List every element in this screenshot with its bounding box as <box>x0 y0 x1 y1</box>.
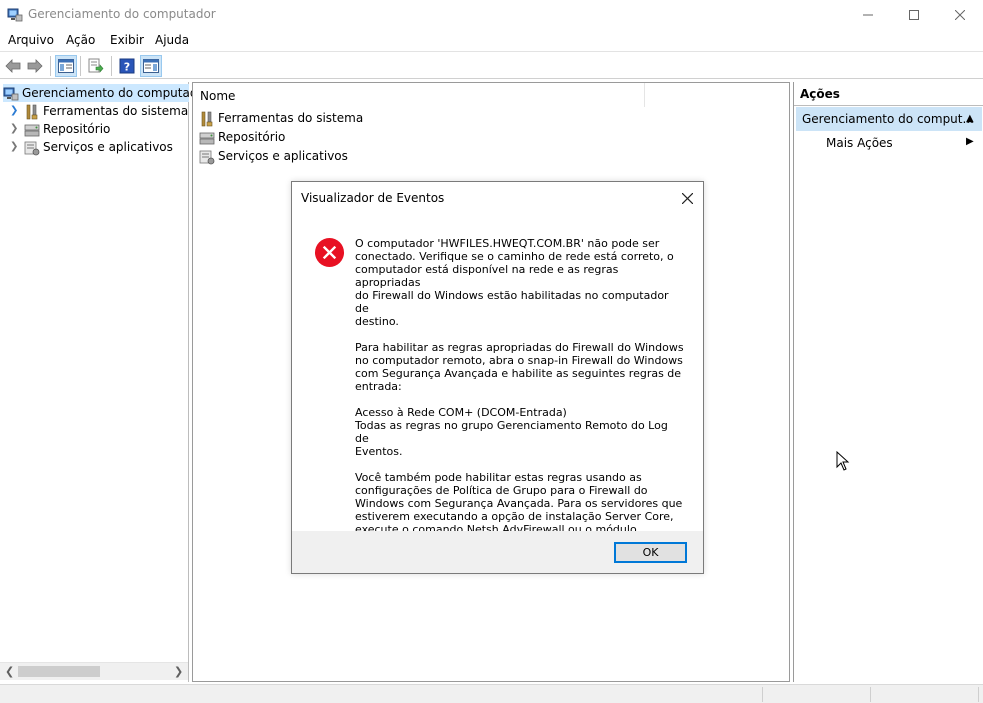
window-title: Gerenciamento do computador <box>28 7 216 21</box>
forward-button[interactable] <box>24 55 46 77</box>
svg-text:?: ? <box>124 61 130 74</box>
close-window-button[interactable] <box>937 0 983 30</box>
expand-chevron-icon[interactable]: ❯ <box>10 138 18 156</box>
mouse-pointer-icon <box>836 451 850 471</box>
console-tree: Gerenciamento do computador ❯ Ferramenta… <box>0 82 210 682</box>
help-icon: ? <box>119 58 135 74</box>
minimize-icon <box>863 14 873 16</box>
more-actions-item[interactable]: Mais Ações <box>826 136 893 150</box>
close-icon <box>955 10 965 20</box>
export-list-icon <box>88 58 104 73</box>
list-item[interactable]: Repositório <box>199 128 285 146</box>
expand-chevron-icon[interactable]: ❯ <box>10 102 18 120</box>
maximize-button[interactable] <box>891 0 937 30</box>
toolbar: ? <box>0 53 983 79</box>
services-icon <box>24 141 40 155</box>
forward-arrow-icon <box>27 59 43 73</box>
computer-management-icon <box>7 8 23 22</box>
error-icon <box>314 237 345 268</box>
message-paragraph: O computador 'HWFILES.HWEQT.COM.BR' não … <box>355 237 674 328</box>
list-item-label: Serviços e aplicativos <box>218 149 348 163</box>
tree-item-computer-management[interactable]: Gerenciamento do computador <box>3 84 210 102</box>
tree-item-label: Repositório <box>43 122 111 136</box>
tree-item-services-applications[interactable]: ❯ Serviços e aplicativos <box>10 138 173 156</box>
actions-header: Ações <box>794 82 983 106</box>
back-arrow-icon <box>5 59 21 73</box>
actions-section-computer-management[interactable]: Gerenciamento do comput... ▲ <box>796 107 982 131</box>
message-paragraph: Acesso à Rede COM+ (DCOM-Entrada) Todas … <box>355 406 668 458</box>
toolbar-separator <box>50 56 51 76</box>
toolbar-separator <box>80 56 81 76</box>
tree-item-system-tools[interactable]: ❯ Ferramentas do sistema <box>10 102 189 120</box>
show-hide-console-tree-button[interactable] <box>55 55 77 77</box>
tree-item-label: Serviços e aplicativos <box>43 140 173 154</box>
status-divider <box>978 687 979 702</box>
show-hide-action-pane-icon <box>143 59 159 73</box>
help-button[interactable]: ? <box>116 55 138 77</box>
maximize-icon <box>909 10 919 20</box>
computer-management-icon <box>3 87 19 100</box>
tree-item-label: Gerenciamento do computador <box>22 86 210 100</box>
tools-icon <box>26 104 38 119</box>
column-header-name[interactable]: Nome <box>193 83 645 107</box>
dialog-close-button[interactable] <box>677 188 697 208</box>
submenu-arrow-icon: ▶ <box>966 136 974 147</box>
tree-item-label: Ferramentas do sistema <box>43 104 189 118</box>
dialog-title: Visualizador de Eventos <box>301 191 445 205</box>
list-item-label: Ferramentas do sistema <box>218 111 364 125</box>
list-item[interactable]: Serviços e aplicativos <box>199 147 348 165</box>
menu-exibir[interactable]: Exibir <box>110 33 144 47</box>
collapse-up-icon[interactable]: ▲ <box>966 113 974 124</box>
dialog-message: O computador 'HWFILES.HWEQT.COM.BR' não … <box>355 237 685 562</box>
scrollbar-thumb[interactable] <box>18 666 100 677</box>
status-divider <box>762 687 763 702</box>
menu-arquivo[interactable]: Arquivo <box>8 33 54 47</box>
storage-icon <box>199 132 215 144</box>
list-item-label: Repositório <box>218 130 286 144</box>
export-list-button[interactable] <box>85 55 107 77</box>
column-header-label: Nome <box>200 89 236 103</box>
show-hide-console-tree-icon <box>58 59 74 73</box>
message-paragraph: Para habilitar as regras apropriadas do … <box>355 341 684 393</box>
storage-icon <box>24 124 40 136</box>
tree-horizontal-scrollbar[interactable]: ❮ ❯ <box>0 662 188 680</box>
list-item[interactable]: Ferramentas do sistema <box>199 109 363 127</box>
show-hide-action-pane-button[interactable] <box>140 55 162 77</box>
menu-ajuda[interactable]: Ajuda <box>155 33 189 47</box>
status-bar <box>0 684 983 703</box>
services-icon <box>199 150 215 164</box>
event-viewer-dialog: Visualizador de Eventos O computador 'HW… <box>291 181 704 574</box>
scroll-left-icon[interactable]: ❮ <box>5 665 14 678</box>
tools-icon <box>201 111 213 126</box>
menu-acao[interactable]: Ação <box>66 33 95 47</box>
actions-pane: Ações Gerenciamento do comput... ▲ Mais … <box>793 82 983 682</box>
actions-title: Ações <box>800 87 840 101</box>
menu-bar: Arquivo Ação Exibir Ajuda <box>0 30 983 52</box>
ok-button[interactable]: OK <box>614 542 687 563</box>
close-icon <box>681 192 693 204</box>
tree-item-storage[interactable]: ❯ Repositório <box>10 120 111 138</box>
actions-section-label: Gerenciamento do comput... <box>802 112 974 126</box>
scroll-right-icon[interactable]: ❯ <box>174 665 183 678</box>
status-divider <box>870 687 871 702</box>
back-button[interactable] <box>2 55 24 77</box>
toolbar-separator <box>111 56 112 76</box>
expand-chevron-icon[interactable]: ❯ <box>10 120 18 138</box>
title-bar: Gerenciamento do computador <box>0 0 983 30</box>
minimize-button[interactable] <box>845 0 891 30</box>
